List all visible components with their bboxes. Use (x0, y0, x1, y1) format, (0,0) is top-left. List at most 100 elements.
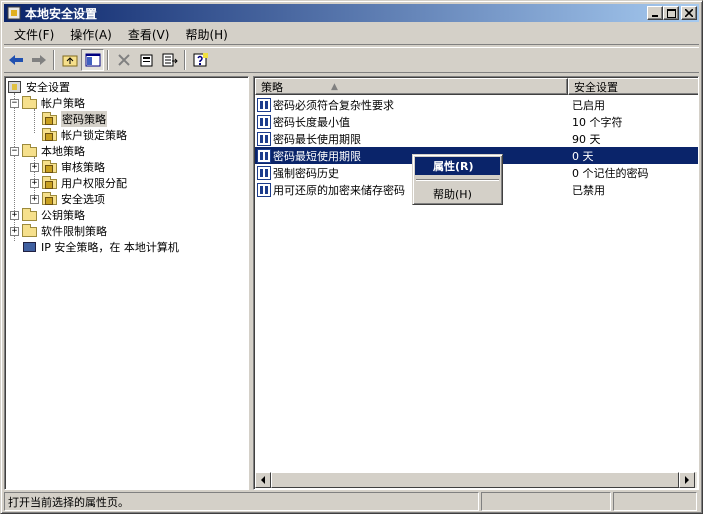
scroll-left-button[interactable] (255, 472, 271, 488)
tree-label: 软件限制策略 (41, 225, 107, 238)
folder-icon (22, 96, 38, 110)
export-list-button[interactable] (158, 49, 181, 71)
console-tree-pane[interactable]: 安全设置 − 帐户策略 密码策略 帐户锁定策略 − 本地策略 + 审核策略 + … (4, 76, 249, 490)
collapse-toggle[interactable]: − (10, 146, 19, 156)
delete-x-icon (117, 54, 130, 66)
status-bar: 打开当前选择的属性页。 (4, 492, 699, 511)
collapse-toggle[interactable]: − (10, 98, 19, 108)
delete-button[interactable] (112, 49, 135, 71)
tree-node-account-policies[interactable]: − 帐户策略 (10, 95, 85, 111)
toolbar-separator (107, 50, 109, 70)
tree-node-security-options[interactable]: + 安全选项 (30, 191, 105, 207)
close-button[interactable] (681, 6, 697, 20)
column-header-policy[interactable]: 策略 ▲ (255, 78, 568, 95)
context-menu-help[interactable]: 帮助(H) (415, 185, 500, 203)
expand-toggle[interactable]: + (30, 194, 39, 204)
policy-icon (257, 97, 271, 112)
details-pane[interactable]: 策略 ▲ 安全设置 密码必须符合复杂性要求 已启用 密码长度最小值 10 个字符… (253, 76, 699, 490)
sort-ascending-icon: ▲ (331, 81, 338, 92)
tree-label: IP 安全策略，在 本地计算机 (41, 241, 179, 254)
policy-icon (257, 165, 271, 180)
expand-toggle[interactable]: + (10, 210, 19, 220)
status-panel-2 (481, 492, 611, 511)
tree-node-software-restriction[interactable]: + 软件限制策略 (10, 223, 107, 239)
security-settings-icon (7, 80, 23, 94)
export-list-icon (162, 53, 178, 67)
security-settings-app-icon (6, 5, 22, 21)
folder-lock-icon (42, 192, 58, 206)
tree-node-user-rights[interactable]: + 用户权限分配 (30, 175, 127, 191)
tree-node-local-policies[interactable]: − 本地策略 (10, 143, 85, 159)
folder-lock-icon (42, 128, 58, 142)
folder-lock-icon (42, 160, 58, 174)
column-header-setting[interactable]: 安全设置 (568, 78, 698, 95)
expand-toggle[interactable]: + (30, 162, 39, 172)
tree-node-audit-policy[interactable]: + 审核策略 (30, 159, 105, 175)
policy-icon (257, 148, 271, 163)
expand-toggle[interactable]: + (30, 178, 39, 188)
back-arrow-icon (8, 55, 23, 65)
menu-help[interactable]: 帮助(H) (179, 26, 233, 43)
forward-arrow-icon (31, 55, 46, 65)
help-icon (193, 53, 208, 67)
maximize-icon (666, 8, 676, 18)
context-menu: 属性(R) 帮助(H) (412, 154, 503, 205)
context-menu-separator (416, 179, 499, 181)
policy-icon (257, 131, 271, 146)
tree-label: 安全选项 (61, 193, 105, 206)
up-folder-icon (62, 55, 77, 67)
tree-label: 用户权限分配 (61, 177, 127, 190)
tree-node-public-key[interactable]: + 公钥策略 (10, 207, 85, 223)
maximize-button[interactable] (663, 6, 679, 20)
context-menu-properties[interactable]: 属性(R) (415, 157, 500, 175)
tree-label: 密码策略 (61, 111, 107, 127)
tree-label: 审核策略 (61, 161, 105, 174)
properties-button[interactable] (135, 49, 158, 71)
tree-node-ip-security[interactable]: IP 安全策略，在 本地计算机 (22, 239, 179, 255)
main-window: 本地安全设置 文件(F) 操作(A) 查看(V) 帮助(H) 安全设置 − 帐户… (0, 0, 703, 514)
tree-label: 帐户锁定策略 (61, 129, 127, 142)
back-button[interactable] (4, 49, 27, 71)
toolbar (4, 47, 699, 73)
menu-bar: 文件(F) 操作(A) 查看(V) 帮助(H) (4, 25, 699, 45)
status-panel-3 (613, 492, 697, 511)
toolbar-separator (53, 50, 55, 70)
status-text: 打开当前选择的属性页。 (4, 492, 479, 511)
tree-node-security-settings[interactable]: 安全设置 (7, 79, 70, 95)
tree-node-password-policy[interactable]: 密码策略 (42, 111, 107, 127)
toolbar-separator (184, 50, 186, 70)
minimize-button[interactable] (647, 6, 663, 20)
menu-file[interactable]: 文件(F) (8, 26, 60, 43)
up-one-level-button[interactable] (58, 49, 81, 71)
minimize-icon (652, 15, 658, 17)
list-item[interactable]: 密码必须符合复杂性要求 已启用 (255, 96, 698, 113)
policy-icon (257, 114, 271, 129)
ip-security-computer-icon (22, 240, 38, 254)
tree-label: 安全设置 (26, 81, 70, 94)
menu-action[interactable]: 操作(A) (64, 26, 118, 43)
tree-node-lockout-policy[interactable]: 帐户锁定策略 (42, 127, 127, 143)
help-button[interactable] (189, 49, 212, 71)
list-header: 策略 ▲ 安全设置 (255, 78, 698, 95)
expand-toggle[interactable]: + (10, 226, 19, 236)
close-icon (685, 9, 693, 17)
list-item[interactable]: 密码长度最小值 10 个字符 (255, 113, 698, 130)
window-title: 本地安全设置 (25, 6, 98, 21)
scroll-right-arrow-icon (685, 476, 689, 484)
horizontal-scrollbar[interactable] (255, 472, 697, 488)
forward-button[interactable] (27, 49, 50, 71)
folder-icon (22, 224, 38, 238)
scroll-left-arrow-icon (261, 476, 265, 484)
properties-icon (140, 54, 152, 67)
title-bar[interactable]: 本地安全设置 (4, 4, 699, 22)
menu-view[interactable]: 查看(V) (122, 26, 176, 43)
folder-lock-icon (42, 112, 58, 126)
tree-label: 帐户策略 (41, 97, 85, 110)
policy-icon (257, 182, 271, 197)
console-tree-icon (85, 53, 100, 67)
show-hide-tree-button[interactable] (81, 49, 104, 71)
list-item[interactable]: 密码最长使用期限 90 天 (255, 130, 698, 147)
folder-icon (22, 144, 38, 158)
scroll-right-button[interactable] (679, 472, 695, 488)
scrollbar-thumb[interactable] (271, 472, 679, 488)
